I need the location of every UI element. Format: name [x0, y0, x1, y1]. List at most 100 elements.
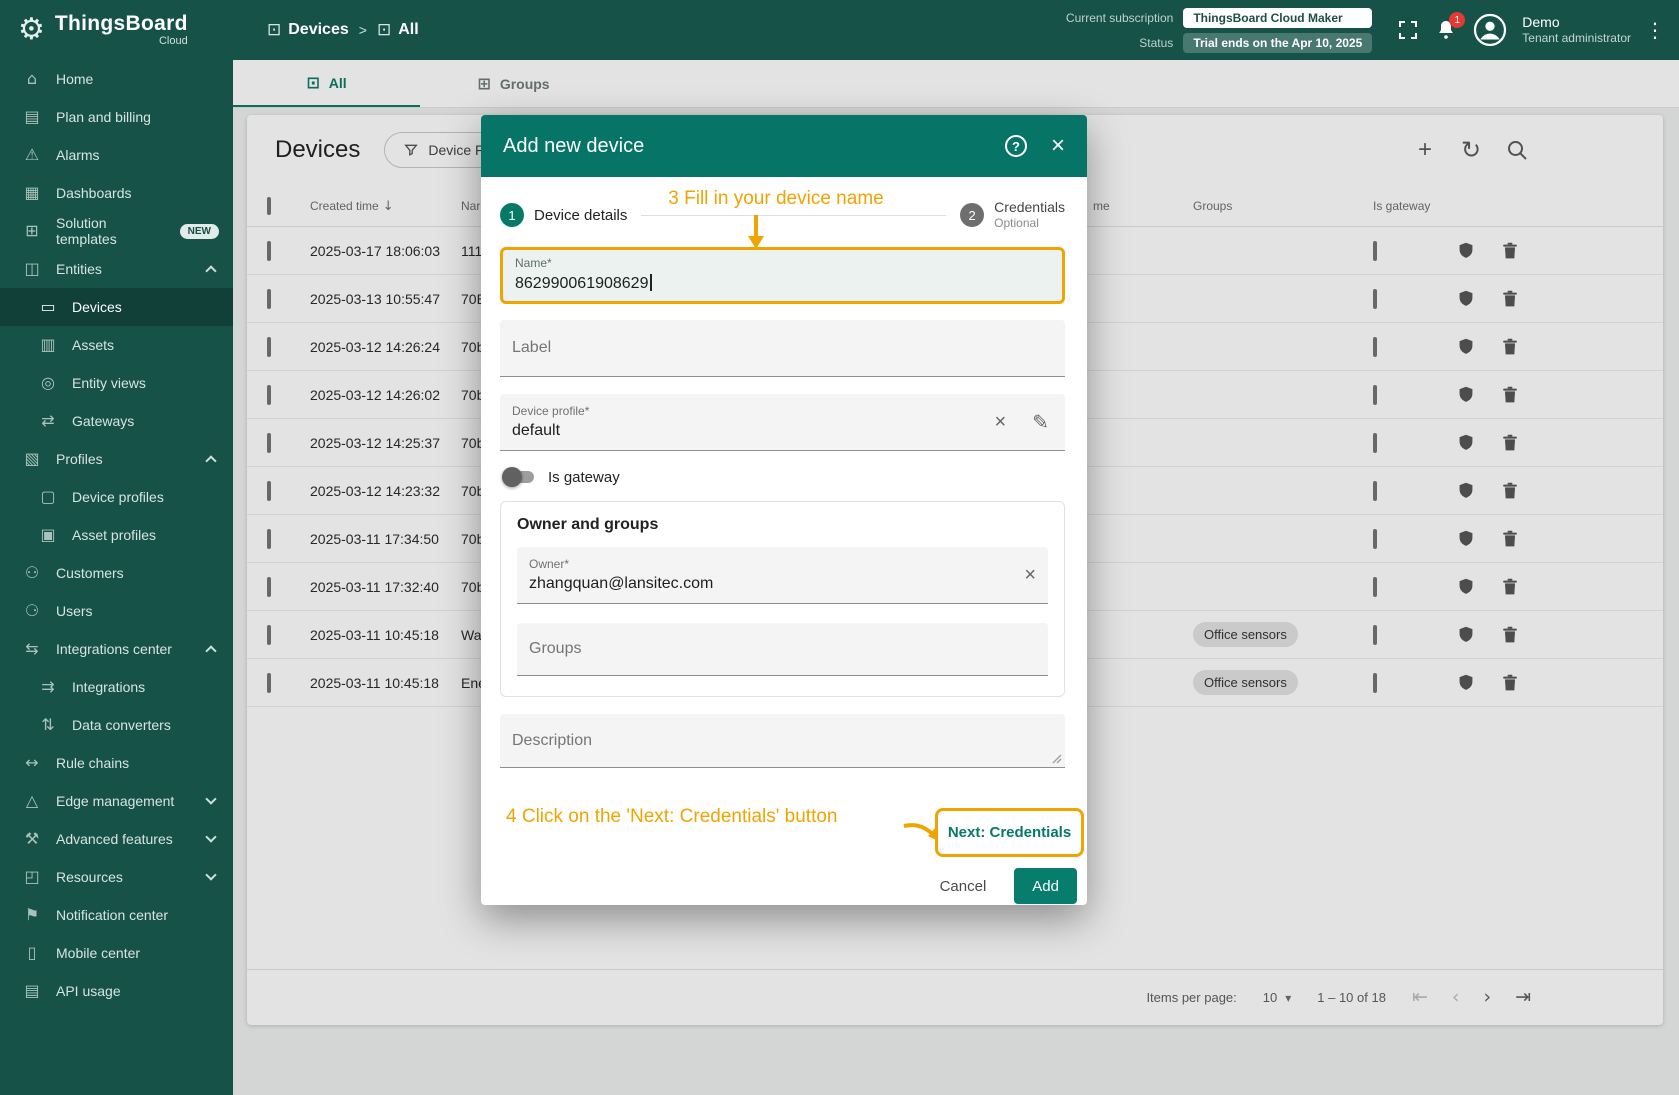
notifications-button[interactable]: 1 — [1434, 18, 1458, 42]
sidebar-item-entity-views[interactable]: ◎Entity views — [0, 364, 233, 402]
fullscreen-button[interactable] — [1396, 18, 1420, 42]
chevron-up-icon — [205, 645, 216, 656]
step-1-label: Device details — [534, 207, 627, 224]
resize-handle-icon[interactable] — [1052, 754, 1062, 764]
is-gateway-toggle-row: Is gateway — [500, 465, 1065, 489]
next-credentials-button[interactable]: Next: Credentials — [948, 824, 1071, 841]
sidebar-item-customers[interactable]: ⚇Customers — [0, 554, 233, 592]
sidebar-item-users[interactable]: ⚆ Users — [0, 592, 233, 630]
devices-icon: ⊡ — [267, 22, 281, 39]
chevron-down-icon — [205, 793, 216, 804]
breadcrumb-devices[interactable]: ⊡ Devices — [267, 21, 349, 39]
sidebar-item-notification-center[interactable]: ⚑Notification center — [0, 896, 233, 934]
name-field-label: Name* — [515, 256, 1050, 270]
user-name: Demo — [1522, 14, 1631, 32]
name-field[interactable]: Name* 862990061908629 — [500, 247, 1065, 304]
sidebar-item-plan-and-billing[interactable]: ▤Plan and billing — [0, 98, 233, 136]
description-field[interactable]: Description — [500, 714, 1065, 768]
sidebar-item-solution-templates[interactable]: ⊞Solution templatesNEW — [0, 212, 233, 250]
sidebar-item-dashboards[interactable]: ▦Dashboards — [0, 174, 233, 212]
sidebar-item-asset-profiles[interactable]: ▣ Asset profiles — [0, 516, 233, 554]
devices-icon: ▭ — [38, 299, 58, 315]
sidebar-item-label: Resources — [56, 869, 123, 885]
cancel-button[interactable]: Cancel — [940, 878, 987, 895]
step-credentials[interactable]: 2 Credentials Optional — [960, 198, 1065, 232]
header-right: Current subscription ThingsBoard Cloud M… — [1066, 8, 1679, 53]
device-profile-label: Device profile* — [512, 404, 995, 418]
sidebar-item-label: Solution templates — [56, 215, 166, 247]
subscription-chip[interactable]: ThingsBoard Cloud Maker — [1183, 8, 1372, 28]
sidebar-item-advanced-features[interactable]: ⚒Advanced features — [0, 820, 233, 858]
sidebar-item-label: Mobile center — [56, 945, 140, 961]
subscription-info: Current subscription ThingsBoard Cloud M… — [1066, 8, 1372, 53]
annotation-step4: 4 Click on the 'Next: Credentials' butto… — [506, 806, 906, 828]
asset-profiles-icon: ▣ — [38, 527, 58, 543]
sidebar-item-devices[interactable]: ▭Devices — [0, 288, 233, 326]
avatar[interactable] — [1472, 12, 1508, 48]
data-converters-icon: ⇅ — [38, 717, 58, 733]
sidebar-item-label: Asset profiles — [72, 527, 156, 543]
dialog-body: 1 Device details 2 Credentials Optional … — [481, 177, 1087, 905]
pencil-icon[interactable]: ✎ — [1032, 412, 1049, 432]
annotation-step3: 3 Fill in your device name — [650, 188, 902, 210]
help-button[interactable]: ? — [1005, 135, 1027, 157]
sidebar-item-alarms[interactable]: ⚠Alarms — [0, 136, 233, 174]
chevron-up-icon — [205, 265, 216, 276]
sidebar-item-device-profiles[interactable]: ▢Device profiles — [0, 478, 233, 516]
label-field[interactable]: Label — [500, 320, 1065, 377]
description-placeholder: Description — [512, 732, 592, 750]
chevron-down-icon — [205, 831, 216, 842]
group-icon: ⊡ — [377, 22, 391, 39]
users-icon: ⚆ — [22, 603, 42, 619]
sidebar-item-entities[interactable]: ◫Entities — [0, 250, 233, 288]
close-icon[interactable]: × — [1051, 134, 1065, 158]
sidebar-item-data-converters[interactable]: ⇅Data converters — [0, 706, 233, 744]
templates-icon: ⊞ — [22, 223, 42, 239]
kebab-menu-button[interactable]: ⋮ — [1645, 20, 1665, 40]
sidebar-item-label: Device profiles — [72, 489, 164, 505]
groups-field[interactable]: Groups — [517, 623, 1048, 676]
logo-gear-icon: ⚙ — [18, 15, 45, 45]
sidebar-item-profiles[interactable]: ▧ Profiles — [0, 440, 233, 478]
sidebar-item-label: Profiles — [56, 451, 103, 467]
label-field-placeholder: Label — [512, 339, 551, 357]
breadcrumb-all[interactable]: ⊡ All — [377, 21, 419, 39]
profiles-icon: ▧ — [22, 451, 42, 467]
is-gateway-toggle[interactable] — [504, 471, 534, 483]
sidebar-item-label: Entities — [56, 261, 102, 277]
gateways-icon: ⇄ — [38, 413, 58, 429]
owner-field[interactable]: Owner* zhangquan@lansitec.com × — [517, 547, 1048, 604]
dialog-footer: Cancel Add — [500, 868, 1077, 904]
fullscreen-icon — [1396, 18, 1420, 42]
sidebar-item-gateways[interactable]: ⇄ Gateways — [0, 402, 233, 440]
sidebar-item-label: Customers — [56, 565, 124, 581]
sidebar-item-integrations[interactable]: ⇉Integrations — [0, 668, 233, 706]
sidebar-item-label: Users — [56, 603, 93, 619]
status-chip: Trial ends on the Apr 10, 2025 — [1183, 33, 1372, 53]
rule-chains-icon: ↔ — [22, 755, 42, 771]
sidebar-item-label: Integrations — [72, 679, 145, 695]
clear-icon[interactable]: × — [995, 411, 1007, 434]
clear-icon[interactable]: × — [1024, 564, 1036, 587]
next-step-row: 4 Click on the 'Next: Credentials' butto… — [500, 804, 1065, 862]
device-profile-field[interactable]: Device profile* default × ✎ — [500, 394, 1065, 451]
owner-groups-title: Owner and groups — [517, 516, 1048, 534]
owner-field-label: Owner* — [529, 557, 1024, 571]
sidebar-item-label: Rule chains — [56, 755, 129, 771]
sidebar-item-integrations-center[interactable]: ⇆Integrations center — [0, 630, 233, 668]
integrations-center-icon: ⇆ — [22, 641, 42, 657]
sidebar-item-home[interactable]: ⌂Home — [0, 60, 233, 98]
sidebar-item-assets[interactable]: ▥Assets — [0, 326, 233, 364]
home-icon: ⌂ — [22, 71, 42, 87]
app-logo[interactable]: ⚙ ThingsBoard Cloud — [0, 13, 233, 47]
sidebar-item-rule-chains[interactable]: ↔ Rule chains — [0, 744, 233, 782]
sidebar-item-edge-management[interactable]: △Edge management — [0, 782, 233, 820]
sidebar-item-mobile-center[interactable]: ▯Mobile center — [0, 934, 233, 972]
sidebar-item-label: Gateways — [72, 413, 134, 429]
step-2-sublabel: Optional — [994, 216, 1065, 232]
sidebar-item-api-usage[interactable]: ▤API usage — [0, 972, 233, 1010]
add-button[interactable]: Add — [1014, 868, 1077, 904]
step-device-details[interactable]: 1 Device details — [500, 203, 627, 227]
subscription-label: Current subscription — [1066, 11, 1173, 25]
sidebar-item-resources[interactable]: ◰Resources — [0, 858, 233, 896]
